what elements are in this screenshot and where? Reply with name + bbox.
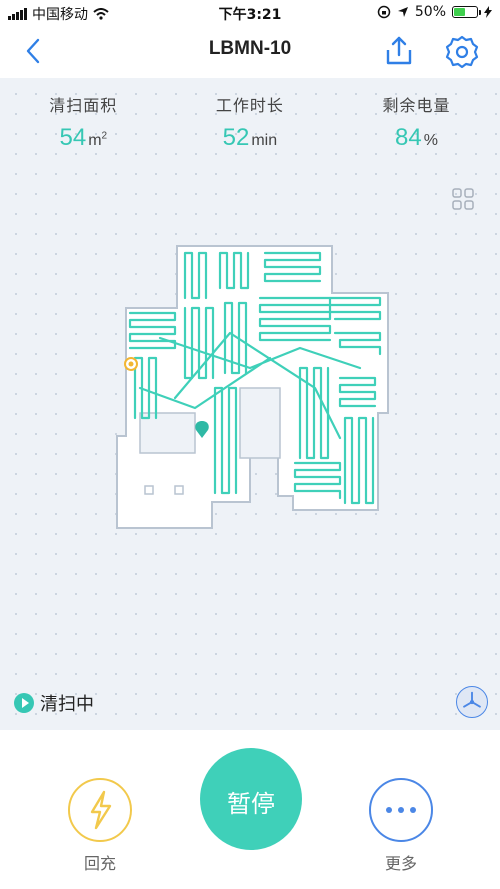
- more-dots-icon: [371, 807, 431, 813]
- stat-value: 54 m2: [59, 124, 108, 151]
- stat-label: 剩余电量: [382, 96, 451, 115]
- stat-battery: 剩余电量 84%: [333, 92, 500, 152]
- status-text: 清扫中: [40, 694, 94, 715]
- play-icon: [14, 693, 34, 713]
- recharge-label: 回充: [83, 854, 116, 873]
- map-area[interactable]: 清扫面积 54 m2 工作时长 52 min 剩余电量 84% 清扫中: [0, 78, 500, 730]
- map-floor: [116, 245, 389, 529]
- pause-button[interactable]: 暂停: [200, 748, 302, 850]
- lightning-bolt-icon: [90, 790, 112, 830]
- charging-dock-icon: [124, 357, 138, 371]
- bottom-controls: 回充 暂停 更多: [0, 730, 500, 889]
- stats-row: 清扫面积 54 m2 工作时长 52 min 剩余电量 84%: [0, 92, 500, 152]
- status-right: 50%: [377, 4, 492, 20]
- stat-value: 52 min: [222, 124, 278, 151]
- gear-icon[interactable]: [444, 34, 480, 70]
- stat-label: 清扫面积: [49, 96, 118, 115]
- page-title: LBMN-10: [208, 38, 292, 59]
- stat-clean-area: 清扫面积 54 m2: [0, 92, 167, 152]
- stat-work-time: 工作时长 52 min: [167, 92, 334, 152]
- battery-icon: [452, 6, 481, 18]
- stat-label: 工作时长: [215, 96, 284, 115]
- battery-percent: 50%: [414, 4, 446, 20]
- fan-mode-button[interactable]: [456, 686, 488, 718]
- cleaning-status: 清扫中: [14, 690, 94, 716]
- grid-view-icon[interactable]: [452, 188, 474, 210]
- charging-bolt-icon: [484, 6, 492, 18]
- recharge-button[interactable]: [68, 778, 132, 842]
- nav-bar: LBMN-10: [0, 26, 500, 78]
- more-button[interactable]: [369, 778, 433, 842]
- more-label: 更多: [384, 854, 417, 873]
- location-arrow-icon: [397, 7, 408, 17]
- share-button[interactable]: [382, 34, 416, 68]
- cleaning-map: [116, 245, 389, 529]
- status-bar: 中国移动 下午3:21 50%: [0, 0, 500, 26]
- orientation-lock-icon: [377, 5, 391, 19]
- stat-value: 84%: [395, 124, 438, 151]
- pause-label: 暂停: [227, 790, 275, 818]
